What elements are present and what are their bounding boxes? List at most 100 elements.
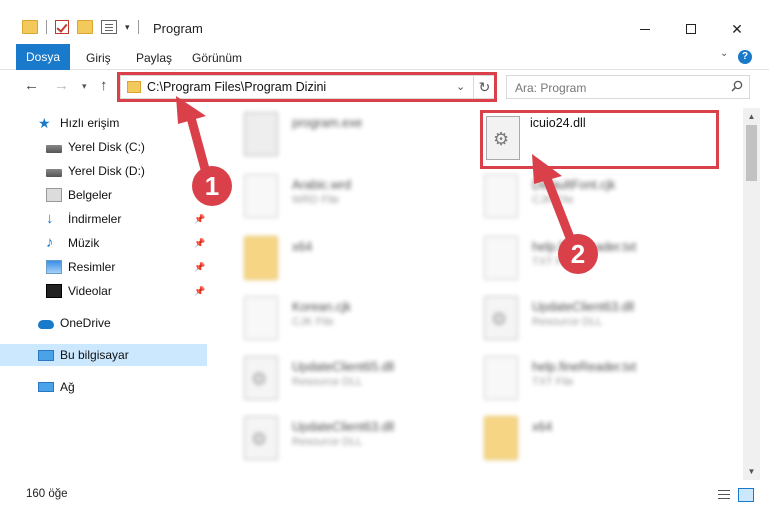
tab-home[interactable]: Giriş [78,46,119,70]
sidebar-item-label: Belgeler [68,188,113,202]
properties-icon[interactable] [101,20,117,34]
forward-arrow-icon[interactable]: → [54,77,69,94]
file-item[interactable]: UpdateClient63.dll Resource DLL [462,292,692,350]
up-arrow-icon[interactable]: ↑ [100,77,108,94]
music-icon: ♪ [46,234,54,251]
file-item[interactable]: UpdateClient65.dll Resource DLL [222,352,452,410]
properties-check-icon[interactable] [55,20,69,34]
large-icons-view-icon[interactable] [738,488,754,502]
navigation-pane: ★ Hızlı erişim Yerel Disk (C:) Yerel Dis… [0,108,212,480]
file-type: CJK File [292,316,334,328]
sidebar-item-label: Müzik [68,236,100,250]
file-name: Korean.cjk [292,300,352,314]
window-title: Program [153,21,203,36]
file-type: WRD File [292,194,340,206]
video-icon [46,284,62,298]
back-arrow-icon[interactable]: ← [24,77,39,94]
recent-locations-icon[interactable]: ▾ [82,81,87,92]
sidebar-item-onedrive[interactable]: OneDrive [0,312,207,334]
sidebar-item-label: İndirmeler [68,212,122,226]
sidebar-item-label: Bu bilgisayar [60,348,129,362]
file-item-target-dll[interactable]: icuio24.dll [462,112,692,170]
search-box[interactable]: Ara: Program [506,75,750,99]
chevron-down-icon[interactable]: ▾ [125,22,130,33]
vertical-scrollbar[interactable]: ▲ ▼ [743,108,760,480]
sidebar-item-quick-access[interactable]: ★ Hızlı erişim [0,112,207,134]
close-button[interactable]: ✕ [714,14,760,44]
close-icon: ✕ [731,20,743,37]
document-icon [484,356,518,400]
file-item[interactable]: Arabic.wrd WRD File [222,170,452,228]
star-icon: ★ [38,115,51,131]
documents-icon [46,188,62,202]
dll-icon [484,296,518,340]
new-folder-icon[interactable] [77,20,93,34]
maximize-button[interactable] [668,14,714,44]
sidebar-item-network[interactable]: Ağ [0,376,207,398]
sidebar-item-music[interactable]: ♪ Müzik 📌 [0,232,207,254]
dll-icon [244,356,278,400]
tab-view[interactable]: Görünüm [184,46,250,70]
sidebar-item-label: Videolar [68,284,112,298]
sidebar-item-local-disk-d[interactable]: Yerel Disk (D:) [0,160,207,182]
cloud-icon [38,320,54,329]
exe-icon [244,112,278,156]
pin-icon[interactable]: 📌 [194,262,205,273]
folder-icon [244,236,278,280]
folder-icon [127,81,141,93]
details-view-icon[interactable] [716,488,732,502]
tab-share[interactable]: Paylaş [128,46,180,70]
expand-ribbon-icon[interactable]: ⌄ [720,48,728,59]
file-name: Arabic.wrd [292,178,352,192]
sidebar-item-label: Hızlı erişim [60,116,120,130]
item-count: 160 öğe [26,488,68,500]
sidebar-item-downloads[interactable]: ↓ İndirmeler 📌 [0,208,207,230]
toolbar-separator [137,20,139,34]
folder-icon [22,20,38,34]
pin-icon[interactable]: 📌 [194,238,205,249]
quick-access-toolbar: ▾ [22,20,139,34]
drive-icon [46,144,62,153]
network-icon [38,382,54,392]
sidebar-item-pictures[interactable]: Resimler 📌 [0,256,207,278]
sidebar-item-label: Ağ [60,380,75,394]
download-icon: ↓ [46,210,54,227]
maximize-icon [686,24,696,34]
file-item[interactable]: program.exe [222,108,452,166]
file-item[interactable]: x64 [222,232,452,290]
document-icon [244,296,278,340]
file-item[interactable]: help.fineReader.txt TXT File [462,352,692,410]
search-placeholder[interactable]: Ara: Program [515,81,586,95]
pictures-icon [46,260,62,274]
file-name: UpdateClient65.dll [292,360,395,374]
address-path[interactable]: C:\Program Files\Program Dizini [147,80,326,94]
refresh-icon[interactable]: ↻ [473,76,495,98]
title-bar: ▾ Program ✕ [0,0,769,44]
file-item[interactable]: x64 [462,412,692,470]
scroll-up-icon[interactable]: ▲ [743,108,760,125]
file-name: UpdateClient63.dll [292,420,395,434]
search-icon[interactable] [731,80,743,92]
help-icon[interactable]: ? [738,50,752,64]
sidebar-item-documents[interactable]: Belgeler [0,184,207,206]
file-item[interactable]: help.fineReader.txt TXT File [462,232,692,290]
sidebar-item-local-disk-c[interactable]: Yerel Disk (C:) [0,136,207,158]
navigation-bar: ← → ▾ ↑ C:\Program Files\Program Dizini … [0,71,769,103]
sidebar-item-this-pc[interactable]: Bu bilgisayar [0,344,207,366]
tab-file[interactable]: Dosya [16,44,70,70]
pin-icon[interactable]: 📌 [194,286,205,297]
address-bar[interactable]: C:\Program Files\Program Dizini ⌄ ↻ [120,75,496,99]
file-item[interactable]: DefaultFont.cjk CJK File [462,170,692,228]
sidebar-item-label: OneDrive [60,316,111,330]
file-item[interactable]: Korean.cjk CJK File [222,292,452,350]
pin-icon[interactable]: 📌 [194,214,205,225]
scroll-down-icon[interactable]: ▼ [743,463,760,480]
scrollbar-thumb[interactable] [746,125,757,181]
file-item[interactable]: UpdateClient63.dll Resource DLL [222,412,452,470]
sidebar-item-label: Yerel Disk (D:) [68,164,145,178]
file-name: x64 [292,240,313,254]
minimize-button[interactable] [622,14,668,44]
file-name: help.fineReader.txt [532,240,637,254]
chevron-down-icon[interactable]: ⌄ [456,80,465,93]
sidebar-item-videos[interactable]: Videolar 📌 [0,280,207,302]
